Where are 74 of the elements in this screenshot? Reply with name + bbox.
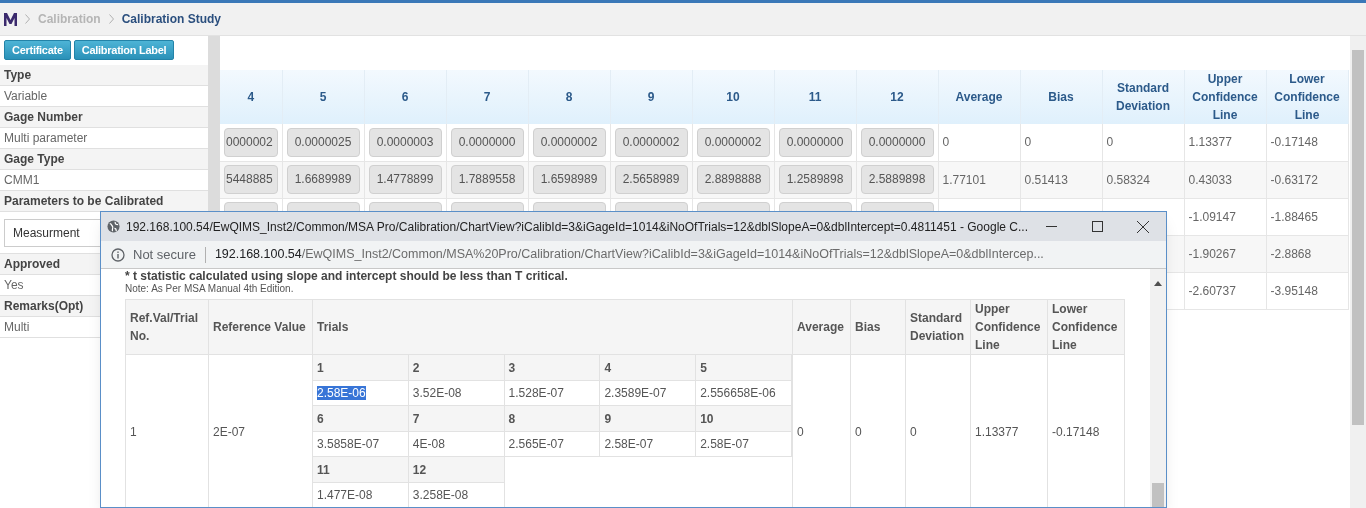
- table-cell: -1.88465: [1270, 209, 1318, 224]
- table-cell: -0.63172: [1270, 172, 1318, 187]
- column-header: Upper Confidence Line: [975, 302, 1041, 352]
- table-cell: 2.58E-06: [317, 386, 366, 400]
- trial-number: 12: [412, 463, 427, 477]
- table-cell: 1.13377: [1188, 135, 1232, 150]
- table-cell: -1.90267: [1188, 246, 1236, 261]
- field-label: Gage Type: [0, 149, 208, 170]
- table-cell: -1.09147: [1188, 209, 1236, 224]
- column-header: 7: [483, 90, 491, 104]
- table-cell: 1.77101: [942, 172, 986, 187]
- url-text: 192.168.100.54/EwQIMS_Inst2/Common/MSA%20Pro/Calibration/ChartView?iCalibId=3&iGageId=1014&iNoOfTrials=12&dblSlopeA=0&dblIntercep...: [214, 246, 1044, 264]
- trial-number: 10: [700, 412, 714, 426]
- table-cell: 3.258E-08: [412, 488, 469, 502]
- field-label: Type: [0, 65, 208, 86]
- table-cell: 3.5858E-07: [317, 437, 380, 451]
- column-header: 11: [808, 90, 822, 104]
- table-cell: 0.51413: [1024, 172, 1068, 187]
- column-header: Standard Deviation: [1116, 81, 1170, 113]
- column-header: Standard Deviation: [910, 311, 964, 343]
- column-header: 6: [401, 90, 409, 104]
- table-cell: 1.13377: [975, 424, 1019, 439]
- table-cell: 4E-08: [412, 437, 445, 451]
- table-cell: 2.3589E-07: [604, 386, 667, 400]
- column-header: Upper Confidence Line: [1192, 72, 1258, 122]
- table-cell: -3.95148: [1270, 283, 1318, 298]
- column-header: Lower Confidence Line: [1052, 302, 1118, 352]
- table-cell: 0: [797, 424, 804, 439]
- table-cell: -2.60737: [1188, 283, 1236, 298]
- field-label: Parameters to be Calibrated: [0, 191, 208, 212]
- table-cell: -2.8868: [1270, 246, 1312, 261]
- table-cell: 3.52E-08: [412, 386, 462, 400]
- column-header: Reference Value: [213, 320, 306, 334]
- trial-number: 3: [508, 361, 516, 375]
- table-cell: 1.528E-07: [508, 386, 564, 400]
- trial-number: 5: [700, 361, 707, 375]
- table-cell: 0: [1106, 135, 1114, 150]
- table-cell: 0: [910, 424, 917, 439]
- field-label: Gage Number: [0, 107, 208, 128]
- trial-number: 7: [412, 412, 420, 426]
- trial-number: 4: [604, 361, 612, 375]
- column-header: Average: [955, 90, 1003, 104]
- table-cell: 1: [130, 424, 137, 439]
- table-cell: 0.58324: [1106, 172, 1150, 187]
- window-title: 192.168.100.54/EwQIMS_Inst2/Common/MSA Pro/Calibration/ChartView?iCalibId=3&iGageId=1014&iNoOfTrials=12&dblSlopeA=0&dblIntercept=0.4811451 - Google C...: [126, 218, 1028, 236]
- column-header: 9: [647, 90, 655, 104]
- column-header: Trials: [317, 320, 349, 334]
- trial-number: 9: [604, 412, 612, 426]
- column-header: 5: [319, 90, 327, 104]
- trial-number: 6: [317, 412, 324, 426]
- column-header: 10: [726, 90, 740, 104]
- table-cell: 2E-07: [213, 424, 246, 439]
- column-header: Average: [797, 320, 844, 334]
- column-header: 12: [890, 90, 904, 104]
- table-cell: 2.58E-07: [604, 437, 654, 451]
- table-cell: 0.43033: [1188, 172, 1232, 187]
- trial-number: 11: [317, 463, 330, 477]
- trial-number: 2: [412, 361, 420, 375]
- table-cell: 0: [855, 424, 862, 439]
- table-cell: 0: [1024, 135, 1032, 150]
- column-header: Lower Confidence Line: [1274, 72, 1340, 122]
- table-cell: -0.17148: [1270, 135, 1318, 150]
- column-header: Bias: [1048, 90, 1074, 104]
- trial-number: 8: [508, 412, 516, 426]
- column-header: 8: [565, 90, 573, 104]
- table-cell: -0.17148: [1052, 424, 1100, 439]
- table-cell: 1.477E-08: [317, 488, 373, 502]
- column-header: Bias: [855, 320, 881, 334]
- table-cell: 2.58E-07: [700, 437, 749, 451]
- trial-number: 1: [317, 361, 324, 375]
- table-cell: 2.556658E-06: [700, 386, 776, 400]
- table-cell: 0: [942, 135, 950, 150]
- table-cell: 2.565E-07: [508, 437, 564, 451]
- column-header: 4: [247, 90, 255, 104]
